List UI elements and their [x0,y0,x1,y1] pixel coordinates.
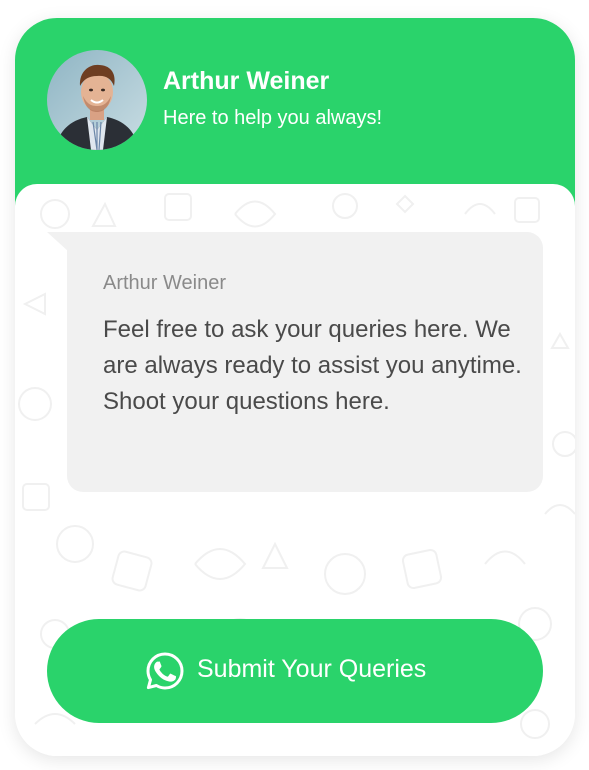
submit-queries-button[interactable]: Submit Your Queries [47,619,543,723]
avatar [47,50,147,150]
contact-name: Arthur Weiner [163,67,330,95]
bubble-tail [47,232,69,252]
submit-queries-label: Submit Your Queries [197,655,427,683]
message-text: Feel free to ask your queries here. We a… [103,316,522,415]
whatsapp-icon [146,652,184,690]
contact-subtitle: Here to help you always! [163,107,383,129]
message-bubble: Arthur Weiner Feel free to ask your quer… [67,232,543,492]
avatar-photo [47,50,147,150]
message-sender: Arthur Weiner [103,272,227,294]
chat-widget: Arthur Weiner Here to help you always! A… [15,18,575,756]
